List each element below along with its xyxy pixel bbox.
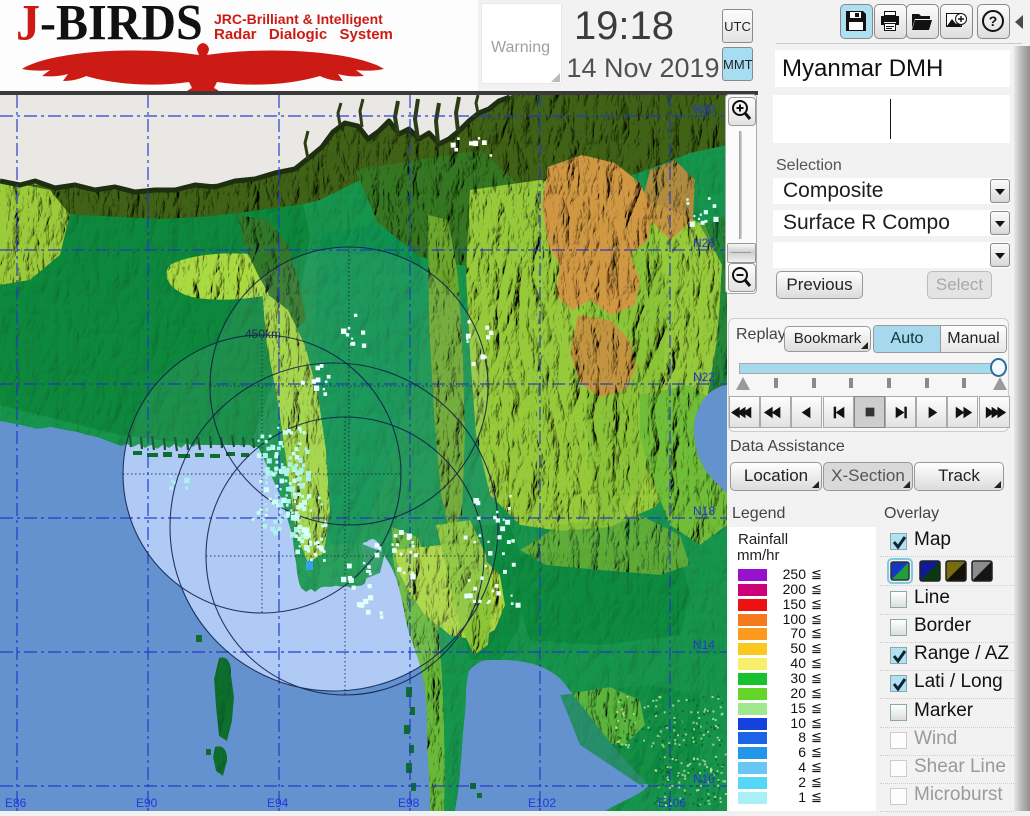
svg-text:N14: N14 (693, 638, 715, 652)
svg-text:E98: E98 (398, 796, 420, 810)
svg-text:?: ? (989, 13, 998, 29)
svg-text:E102: E102 (528, 796, 556, 810)
svg-text:E86: E86 (5, 796, 27, 810)
svg-text:E106: E106 (658, 796, 686, 810)
svg-text:N10: N10 (693, 772, 715, 786)
svg-text:E94: E94 (267, 796, 289, 810)
svg-text:450km: 450km (245, 327, 281, 341)
svg-text:N26: N26 (693, 236, 715, 250)
svg-text:E90: E90 (136, 796, 158, 810)
svg-text:N18: N18 (693, 504, 715, 518)
svg-text:N30: N30 (693, 102, 715, 116)
svg-text:N22: N22 (693, 370, 715, 384)
